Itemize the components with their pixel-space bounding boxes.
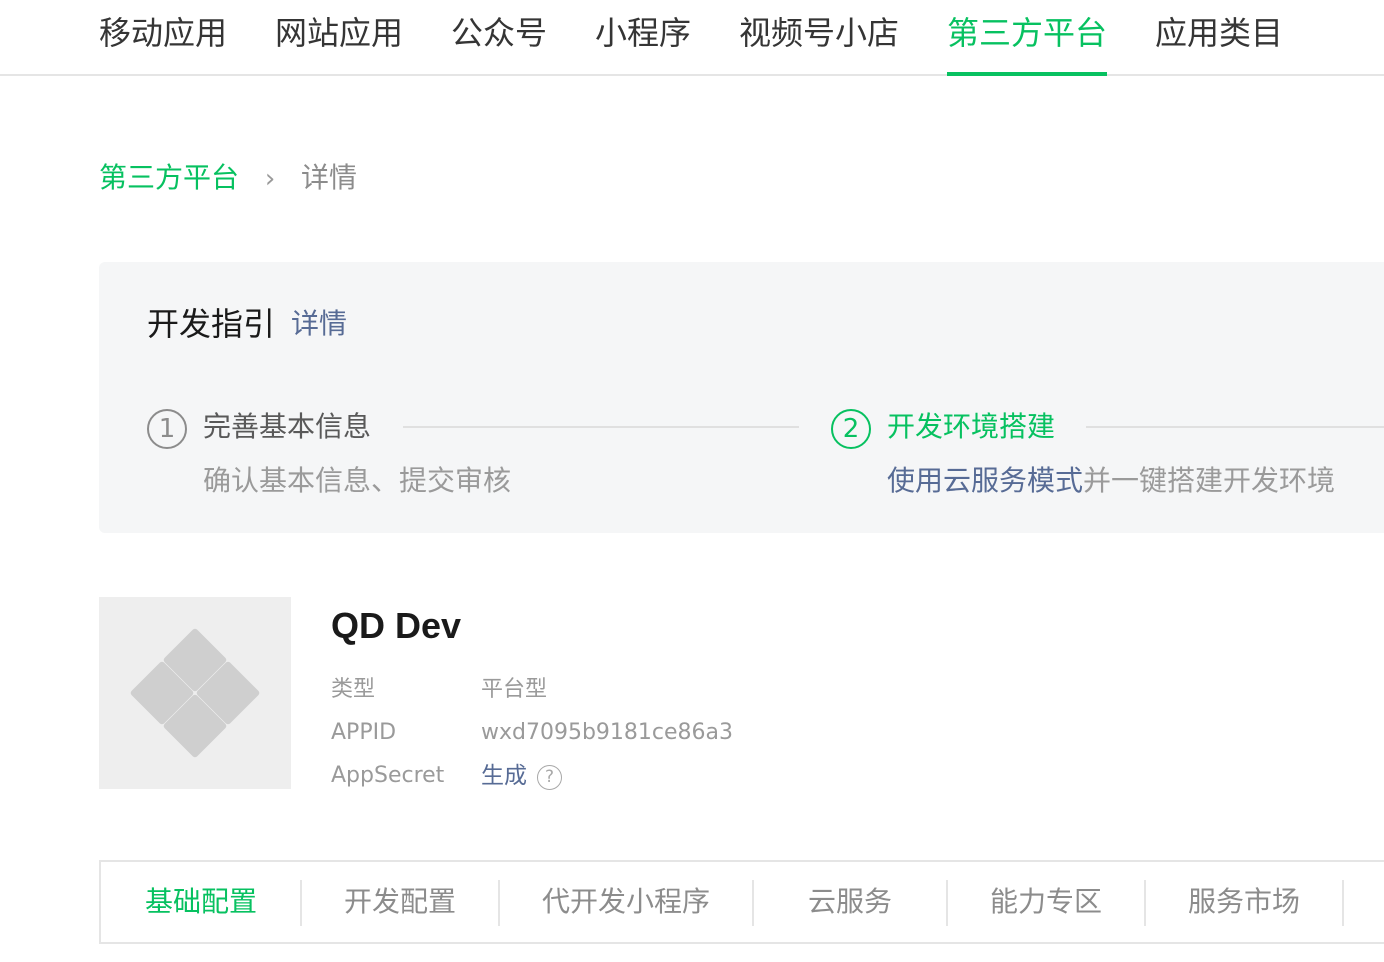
question-circle-icon[interactable]: ? xyxy=(537,765,562,790)
breadcrumb-parent-link[interactable]: 第三方平台 xyxy=(99,161,239,194)
tab-mini-programs[interactable]: 小程序 xyxy=(595,10,691,74)
generate-secret-link[interactable]: 生成 xyxy=(481,763,527,789)
subtab-cloud-service[interactable]: 云服务 xyxy=(753,862,947,942)
guide-detail-link[interactable]: 详情 xyxy=(291,304,347,344)
subtab-proxy-mini-program[interactable]: 代开发小程序 xyxy=(499,862,753,942)
tab-app-categories[interactable]: 应用类目 xyxy=(1155,10,1283,74)
dev-guide-panel: 开发指引 详情 1 完善基本信息 确认基本信息、提交审核 2 开发环境搭建 使用… xyxy=(99,262,1384,533)
app-name: QD Dev xyxy=(331,605,462,646)
appid-value: wxd7095b9181ce86a3 xyxy=(481,720,734,745)
step-2-title: 开发环境搭建 xyxy=(887,410,1056,443)
cloud-service-mode-link[interactable]: 使用云服务模式 xyxy=(887,464,1083,497)
step-2-connector-line xyxy=(1086,426,1384,428)
tab-website-apps[interactable]: 网站应用 xyxy=(275,10,403,74)
step-1-number-icon: 1 xyxy=(147,409,187,449)
subtab-capabilities[interactable]: 能力专区 xyxy=(947,862,1145,942)
top-nav: 移动应用 网站应用 公众号 小程序 视频号小店 第三方平台 应用类目 xyxy=(0,0,1384,76)
subtab-dev-config[interactable]: 开发配置 xyxy=(301,862,499,942)
breadcrumb-current: 详情 xyxy=(301,161,358,194)
subtab-service-market[interactable]: 服务市场 xyxy=(1145,862,1343,942)
subtab-basic-config[interactable]: 基础配置 xyxy=(101,862,301,942)
chevron-right-icon: › xyxy=(264,164,276,194)
tab-third-party-platform[interactable]: 第三方平台 xyxy=(947,10,1108,76)
appsecret-value: 生成? xyxy=(481,760,562,793)
app-placeholder-icon xyxy=(99,597,291,789)
step-2-desc-rest: 并一键搭建开发环境 xyxy=(1083,464,1336,497)
tab-mobile-apps[interactable]: 移动应用 xyxy=(99,10,227,74)
breadcrumb: 第三方平台 › 详情 xyxy=(99,158,357,198)
guide-title: 开发指引 xyxy=(147,305,276,343)
tab-official-accounts[interactable]: 公众号 xyxy=(451,10,547,74)
type-value: 平台型 xyxy=(481,677,548,702)
type-label: 类型 xyxy=(331,677,376,702)
step-1-title: 完善基本信息 xyxy=(203,410,372,443)
detail-sub-tabs: 基础配置 开发配置 代开发小程序 云服务 能力专区 服务市场 xyxy=(99,860,1384,944)
subtab-divider xyxy=(1342,880,1344,926)
step-2-desc: 使用云服务模式并一键搭建开发环境 xyxy=(887,461,1335,501)
step-1-desc: 确认基本信息、提交审核 xyxy=(203,464,512,497)
step-2-number-icon: 2 xyxy=(831,409,871,449)
tab-channels-store[interactable]: 视频号小店 xyxy=(739,10,899,74)
appid-label: APPID xyxy=(331,720,397,745)
appsecret-label: AppSecret xyxy=(331,763,445,788)
step-1-connector-line xyxy=(403,426,799,428)
